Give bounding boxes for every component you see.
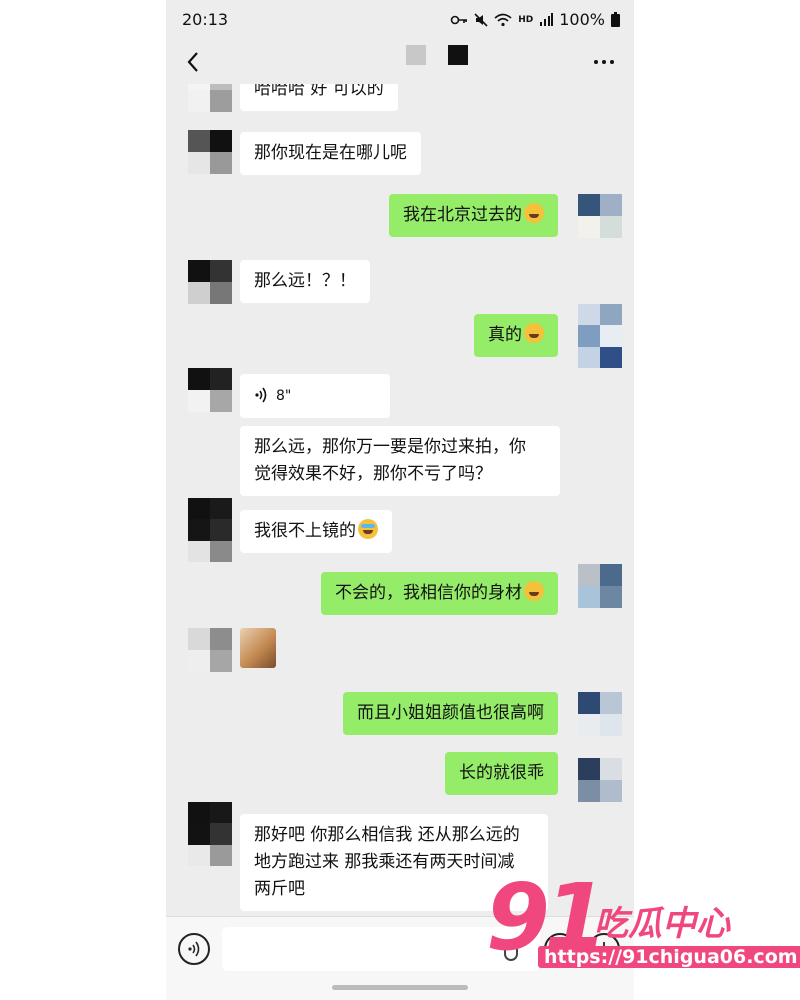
- chevron-left-icon[interactable]: [180, 48, 208, 76]
- my-avatar[interactable]: [578, 194, 622, 238]
- message-text: 我很不上镜的: [254, 521, 356, 541]
- voice-input-icon[interactable]: [178, 933, 210, 965]
- more-dots-icon[interactable]: [594, 60, 614, 64]
- message-bubble-outgoing[interactable]: 不会的，我相信你的身材: [321, 572, 558, 615]
- message-bubble-outgoing[interactable]: 真的: [474, 314, 558, 357]
- laugh-cry-emoji-icon: [524, 203, 544, 223]
- message-line: 觉得效果不好，那你不亏了吗？: [254, 464, 492, 484]
- status-bar: 20:13 HD 100%: [166, 0, 634, 40]
- wifi-icon: [494, 13, 512, 26]
- crying-emoji-icon: [358, 519, 378, 539]
- contact-name-blurred-2: [448, 45, 468, 65]
- message-bubble-incoming[interactable]: 那么远，那你万一要是你过来拍，你 觉得效果不好，那你不亏了吗？: [240, 426, 560, 496]
- voice-duration: 8": [276, 388, 292, 404]
- chat-titlebar: [166, 40, 634, 84]
- key-icon: [450, 15, 468, 24]
- mute-icon: [474, 12, 488, 27]
- my-avatar[interactable]: [578, 692, 622, 736]
- battery-percent: 100%: [559, 10, 605, 29]
- phone-screen: 20:13 HD 100% 哈哈哈 好 可以的 那你现在是在哪儿呢 我在北京过去…: [166, 0, 634, 1000]
- message-text: 长的就很乖: [459, 763, 544, 783]
- message-text: 哈哈哈 好 可以的: [254, 84, 384, 99]
- contact-avatar[interactable]: [188, 84, 232, 112]
- watermark-url: https://91chigua06.com: [538, 946, 800, 968]
- message-text: 那你现在是在哪儿呢: [254, 143, 407, 163]
- message-bubble-incoming[interactable]: 我很不上镜的: [240, 510, 392, 553]
- message-list[interactable]: 哈哈哈 好 可以的 那你现在是在哪儿呢 我在北京过去的 那么远！？！ 真的 8"…: [166, 84, 634, 916]
- watermark-name: 吃瓜中心: [594, 904, 730, 944]
- message-bubble-outgoing[interactable]: 长的就很乖: [445, 752, 558, 795]
- message-bubble-incoming[interactable]: 那你现在是在哪儿呢: [240, 132, 421, 175]
- message-bubble-incoming[interactable]: 哈哈哈 好 可以的: [240, 84, 398, 111]
- image-message-thumbnail[interactable]: [240, 628, 276, 668]
- contact-avatar[interactable]: [188, 260, 232, 304]
- site-watermark-logo: 91 吃瓜中心 https://91chigua06.com: [486, 864, 800, 980]
- message-text: 那么远！？！: [254, 271, 356, 291]
- contact-avatar[interactable]: [188, 802, 232, 866]
- voice-wave-icon: [255, 387, 267, 403]
- status-icons: HD 100%: [450, 10, 620, 29]
- message-text: 不会的，我相信你的身材: [335, 583, 522, 603]
- my-avatar[interactable]: [578, 304, 622, 368]
- message-text: 我在北京过去的: [403, 205, 522, 225]
- contact-name-blurred: [406, 45, 426, 65]
- message-text: 而且小姐姐颜值也很高啊: [357, 703, 544, 723]
- contact-avatar[interactable]: [188, 628, 232, 672]
- signal-icon: [540, 12, 554, 26]
- message-text: 真的: [488, 325, 522, 345]
- laugh-cry-emoji-icon: [524, 581, 544, 601]
- message-line: 那好吧 你那么相信我 还从那么远的: [254, 825, 520, 845]
- status-time: 20:13: [182, 10, 229, 29]
- contact-avatar[interactable]: [188, 130, 232, 174]
- contact-avatar[interactable]: [188, 368, 232, 412]
- laugh-cry-emoji-icon: [524, 323, 544, 343]
- network-type-label: HD: [518, 14, 534, 25]
- voice-message-bubble[interactable]: 8": [240, 374, 390, 418]
- message-bubble-outgoing[interactable]: 而且小姐姐颜值也很高啊: [343, 692, 558, 735]
- message-bubble-outgoing[interactable]: 我在北京过去的: [389, 194, 558, 237]
- battery-icon: [611, 12, 620, 27]
- message-bubble-incoming[interactable]: 那么远！？！: [240, 260, 370, 303]
- my-avatar[interactable]: [578, 758, 622, 802]
- home-indicator[interactable]: [332, 985, 468, 990]
- message-line: 那么远，那你万一要是你过来拍，你: [254, 437, 526, 457]
- my-avatar[interactable]: [578, 564, 622, 608]
- contact-avatar[interactable]: [188, 498, 232, 562]
